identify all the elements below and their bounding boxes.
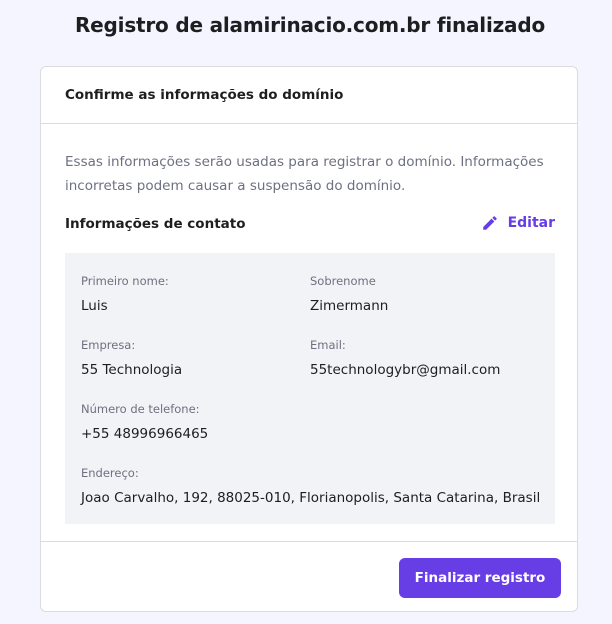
company-label: Empresa:: [81, 338, 136, 352]
card-footer: Finalizar registro: [41, 541, 577, 611]
phone-label: Número de telefone:: [81, 402, 200, 416]
domain-confirmation-card: Confirme as informações do domínio Essas…: [40, 66, 578, 612]
first-name-field: Primeiro nome: Luis: [81, 274, 169, 314]
last-name-label: Sobrenome: [310, 274, 376, 288]
phone-value: +55 48996966465: [81, 426, 209, 442]
first-name-label: Primeiro nome:: [81, 274, 169, 288]
phone-field: Número de telefone: +55 48996966465: [81, 402, 208, 442]
finalize-registration-button[interactable]: Finalizar registro: [399, 558, 561, 598]
contact-section-title: Informações de contato: [65, 216, 246, 232]
card-description: Essas informações serão usadas para regi…: [65, 154, 544, 194]
edit-contact-button[interactable]: Editar: [481, 214, 555, 232]
first-name-value: Luis: [81, 298, 108, 314]
address-label: Endereço:: [81, 466, 139, 480]
email-label: Email:: [310, 338, 346, 352]
page-title: Registro de alamirinacio.com.br finaliza…: [74, 13, 546, 37]
pencil-icon: [482, 216, 497, 230]
company-value: 55 Technologia: [81, 362, 183, 378]
last-name-value: Zimermann: [310, 298, 389, 314]
address-field: Endereço: Joao Carvalho, 192, 88025-010,…: [81, 466, 540, 506]
address-value: Joao Carvalho, 192, 88025-010, Florianop…: [81, 490, 541, 506]
email-field: Email: 55technologybr@gmail.com: [310, 338, 500, 378]
company-field: Empresa: 55 Technologia: [81, 338, 182, 378]
last-name-field: Sobrenome Zimermann: [310, 274, 388, 314]
card-header: Confirme as informações do domínio: [41, 67, 577, 124]
contact-section-header: Informações de contato Editar: [65, 214, 555, 236]
email-value: 55technologybr@gmail.com: [310, 362, 501, 378]
contact-info-box: Primeiro nome: Luis Sobrenome Zimermann …: [65, 253, 555, 524]
edit-label: Editar: [507, 215, 555, 231]
